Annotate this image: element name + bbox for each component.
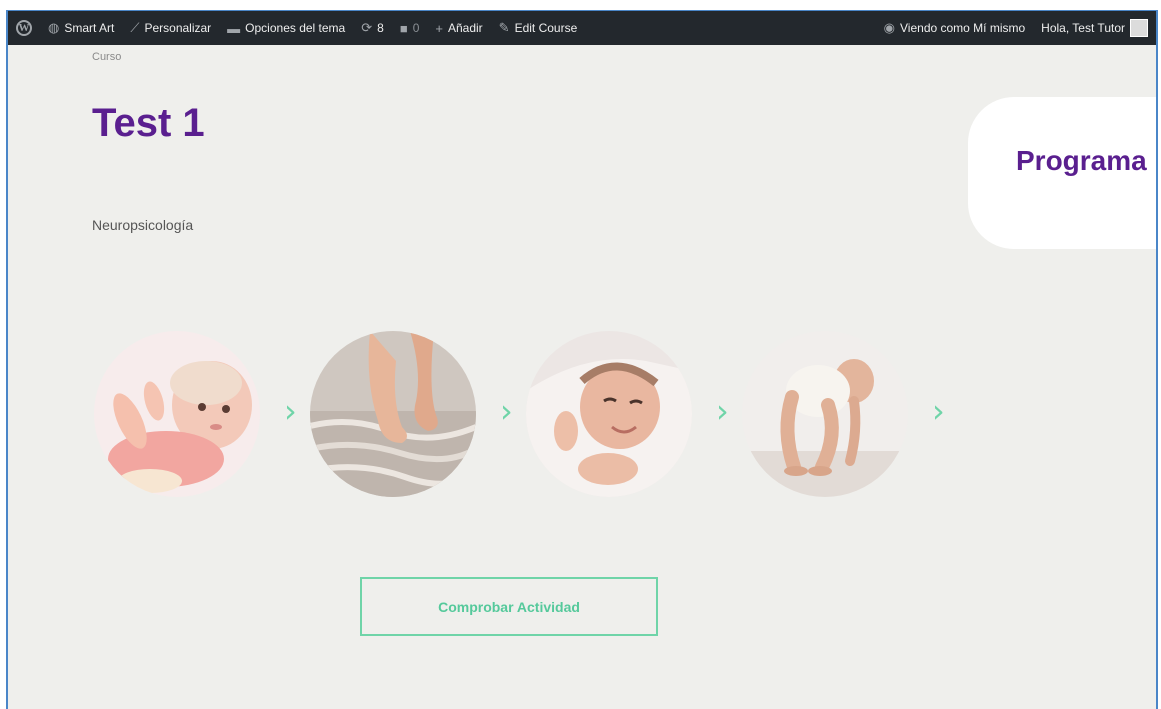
my-account-menu[interactable]: Hola, Test Tutor [1033,11,1156,45]
program-card[interactable]: Programa [968,97,1156,249]
chevron-right-icon: › [716,392,729,430]
updates-icon: ⟳ [361,20,373,35]
personalizar-label: Personalizar [144,21,212,35]
step-image-3[interactable] [526,331,692,497]
edit-course-label: Edit Course [514,21,578,35]
eye-icon: ◉ [883,20,896,35]
program-card-title: Programa [1016,145,1147,176]
anadir-label: Añadir [447,21,483,35]
wp-admin-bar: W ◍ Smart Art ⟋ Personalizar ▬ Opciones … [8,11,1156,45]
opciones-tema-label: Opciones del tema [245,21,346,35]
course-category: Neuropsicología [92,217,194,233]
smart-art-label: Smart Art [64,21,115,35]
greeting-label: Hola, Test Tutor [1041,21,1125,35]
comments-count: 0 [412,21,420,35]
baby-standing-photo-icon [742,331,908,497]
chevron-right-icon: › [500,392,513,430]
admin-bar-secondary: ◉ Viendo como Mí mismo Hola, Test Tutor [876,11,1156,45]
view-as-menu[interactable]: ◉ Viendo como Mí mismo [876,11,1034,45]
check-activity-button[interactable]: Comprobar Actividad [360,577,658,636]
baby-lying-photo-icon [94,331,260,497]
step-image-2[interactable] [310,331,476,497]
avatar [1130,19,1148,37]
smart-art-menu[interactable]: ◍ Smart Art [40,11,122,45]
palette-icon: ◍ [48,20,60,35]
chevron-right-icon: › [284,392,297,430]
step-image-1[interactable] [94,331,260,497]
comments-menu[interactable]: ■ 0 [392,11,428,45]
chevron-right-icon: › [932,392,945,430]
updates-menu[interactable]: ⟳ 8 [353,11,392,45]
edit-course-menu[interactable]: ✎ Edit Course [491,11,586,45]
step-image-4[interactable] [742,331,908,497]
baby-feet-photo-icon [310,331,476,497]
view-as-label: Viendo como Mí mismo [900,21,1026,35]
comments-icon: ■ [399,20,408,36]
new-content-menu[interactable]: + Añadir [427,11,490,45]
breadcrumb[interactable]: Curso [92,51,121,63]
brush-icon: ⟋ [130,20,140,35]
pencil-icon: ✎ [498,20,510,35]
newborn-photo-icon [526,331,692,497]
updates-count: 8 [377,21,384,35]
page-title: Test 1 [92,101,205,145]
personalizar-menu[interactable]: ⟋ Personalizar [122,11,219,45]
folder-icon: ▬ [227,20,241,36]
opciones-tema-menu[interactable]: ▬ Opciones del tema [219,11,353,45]
browser-viewport: W ◍ Smart Art ⟋ Personalizar ▬ Opciones … [6,10,1158,709]
wordpress-icon: W [16,20,32,36]
plus-icon: + [435,20,443,36]
wordpress-logo-menu[interactable]: W [8,11,40,45]
